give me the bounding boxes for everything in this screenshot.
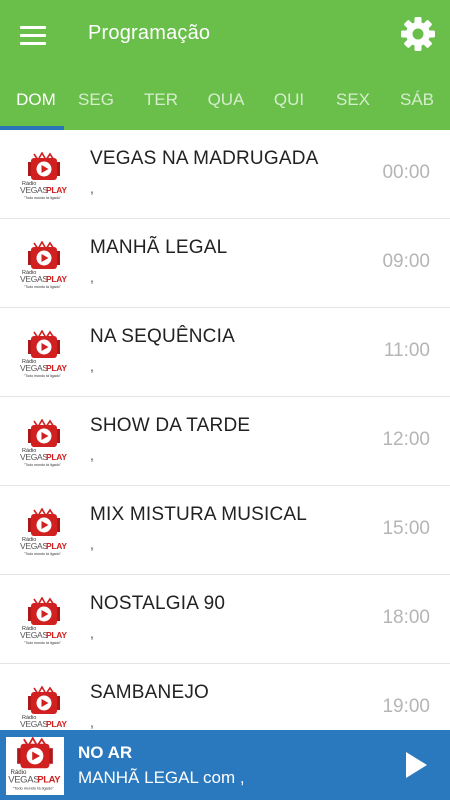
radio-logo-icon bbox=[18, 152, 70, 204]
program-row[interactable]: SAMBANEJO , 19:00 bbox=[0, 664, 450, 730]
program-host: , bbox=[90, 447, 94, 463]
now-playing-text: MANHÃ LEGAL com , bbox=[78, 768, 245, 787]
tab-seg[interactable]: SEG bbox=[64, 72, 128, 130]
radio-logo-icon bbox=[18, 241, 70, 293]
program-row[interactable]: NOSTALGIA 90 , 18:00 bbox=[0, 575, 450, 664]
program-row[interactable]: SHOW DA TARDE , 12:00 bbox=[0, 397, 450, 486]
program-name: SHOW DA TARDE bbox=[90, 415, 251, 436]
program-time: 19:00 bbox=[382, 696, 430, 717]
gear-icon[interactable] bbox=[398, 14, 438, 54]
program-time: 09:00 bbox=[382, 251, 430, 272]
program-name: MANHÃ LEGAL bbox=[90, 237, 228, 258]
radio-logo-icon bbox=[18, 597, 70, 649]
player-logo bbox=[6, 737, 64, 795]
radio-logo-icon bbox=[6, 737, 64, 795]
program-name: SAMBANEJO bbox=[90, 682, 209, 703]
program-host: , bbox=[90, 714, 94, 730]
play-icon[interactable] bbox=[398, 747, 434, 783]
program-time: 18:00 bbox=[382, 607, 430, 628]
program-list: VEGAS NA MADRUGADA , 00:00 MANHÃ LEGAL ,… bbox=[0, 130, 450, 730]
program-name: MIX MISTURA MUSICAL bbox=[90, 504, 308, 525]
program-host: , bbox=[90, 358, 94, 374]
program-host: , bbox=[90, 269, 94, 285]
now-playing-bar[interactable]: NO AR MANHÃ LEGAL com , bbox=[0, 730, 450, 800]
program-row[interactable]: MIX MISTURA MUSICAL , 15:00 bbox=[0, 486, 450, 575]
program-time: 12:00 bbox=[382, 429, 430, 450]
program-host: , bbox=[90, 180, 94, 196]
program-host: , bbox=[90, 625, 94, 641]
page-title: Programação bbox=[88, 22, 211, 44]
program-row[interactable]: VEGAS NA MADRUGADA , 00:00 bbox=[0, 130, 450, 219]
hamburger-menu-icon[interactable] bbox=[16, 22, 52, 50]
radio-logo-icon bbox=[18, 508, 70, 560]
tab-sex[interactable]: SEX bbox=[321, 72, 385, 130]
program-time: 00:00 bbox=[382, 162, 430, 183]
toolbar: Programação bbox=[0, 0, 450, 72]
app-bar: Programação DOM SEG TER QUA QUI SEX SÁB bbox=[0, 0, 450, 130]
on-air-label: NO AR bbox=[78, 743, 133, 762]
program-row[interactable]: NA SEQUÊNCIA , 11:00 bbox=[0, 308, 450, 397]
program-name: NOSTALGIA 90 bbox=[90, 593, 226, 614]
radio-logo-icon bbox=[18, 686, 70, 730]
tab-qua[interactable]: QUA bbox=[194, 72, 258, 130]
program-time: 11:00 bbox=[383, 340, 430, 361]
tab-sab[interactable]: SÁB bbox=[385, 72, 449, 130]
program-host: , bbox=[90, 536, 94, 552]
day-tabs: DOM SEG TER QUA QUI SEX SÁB bbox=[0, 72, 450, 130]
program-row[interactable]: MANHÃ LEGAL , 09:00 bbox=[0, 219, 450, 308]
tab-ter[interactable]: TER bbox=[129, 72, 193, 130]
radio-logo-icon bbox=[18, 419, 70, 471]
radio-logo-icon bbox=[18, 330, 70, 382]
program-name: NA SEQUÊNCIA bbox=[90, 326, 235, 347]
program-name: VEGAS NA MADRUGADA bbox=[90, 148, 319, 169]
tab-dom[interactable]: DOM bbox=[4, 72, 68, 130]
tab-qui[interactable]: QUI bbox=[257, 72, 321, 130]
program-time: 15:00 bbox=[382, 518, 430, 539]
